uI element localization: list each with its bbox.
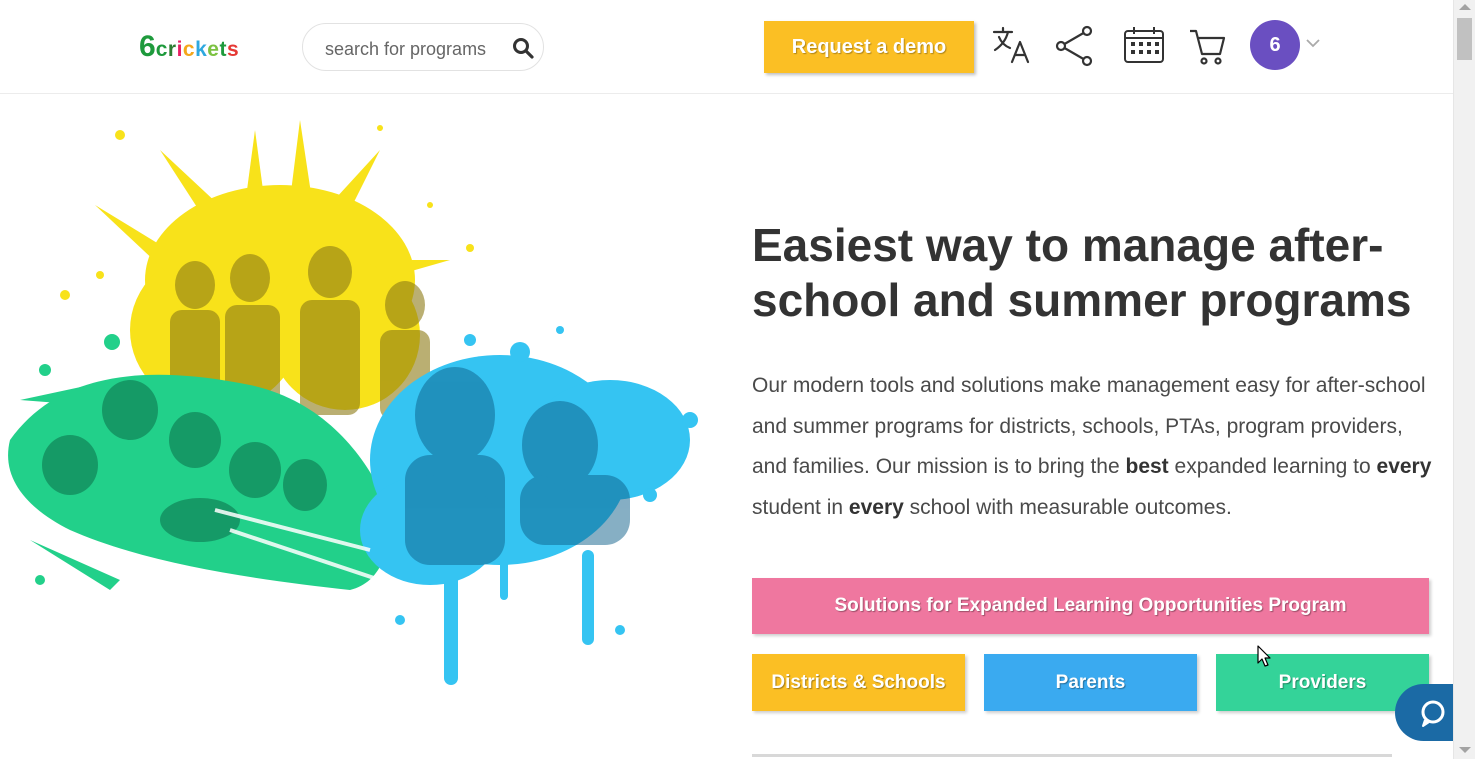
hero-description: Our modern tools and solutions make mana…	[752, 374, 1432, 519]
translate-icon[interactable]	[990, 24, 1034, 68]
request-demo-button[interactable]: Request a demo	[764, 21, 974, 73]
chat-icon	[1421, 700, 1445, 727]
search-icon[interactable]	[511, 36, 535, 60]
below-fold-content	[752, 748, 1392, 759]
parents-button[interactable]: Parents	[984, 654, 1197, 711]
chevron-down-icon[interactable]	[1305, 37, 1321, 49]
6crickets-logo[interactable]: 6 crickets	[139, 26, 239, 62]
user-avatar[interactable]: 6	[1250, 20, 1300, 70]
scroll-down-arrow-icon[interactable]	[1459, 747, 1471, 753]
elo-solutions-button[interactable]: Solutions for Expanded Learning Opportun…	[752, 578, 1429, 634]
hero-title: Easiest way to manage after-school and s…	[752, 219, 1412, 326]
logo-word: crickets	[155, 38, 240, 61]
calendar-icon[interactable]	[1122, 24, 1166, 68]
logo-six: 6	[139, 30, 156, 63]
hero-illustration	[8, 120, 698, 685]
chat-button[interactable]	[1395, 684, 1453, 741]
cart-icon[interactable]	[1187, 24, 1231, 68]
mouse-cursor-icon	[1257, 645, 1271, 667]
page-scrollbar[interactable]	[1453, 0, 1475, 759]
search-input[interactable]	[323, 35, 507, 63]
search-box	[302, 23, 544, 71]
site-header: 6 crickets Request a demo	[0, 0, 1453, 94]
districts-schools-button[interactable]: Districts & Schools	[752, 654, 965, 711]
share-icon[interactable]	[1053, 24, 1097, 68]
scroll-thumb[interactable]	[1457, 18, 1472, 60]
scroll-up-arrow-icon[interactable]	[1459, 4, 1471, 10]
